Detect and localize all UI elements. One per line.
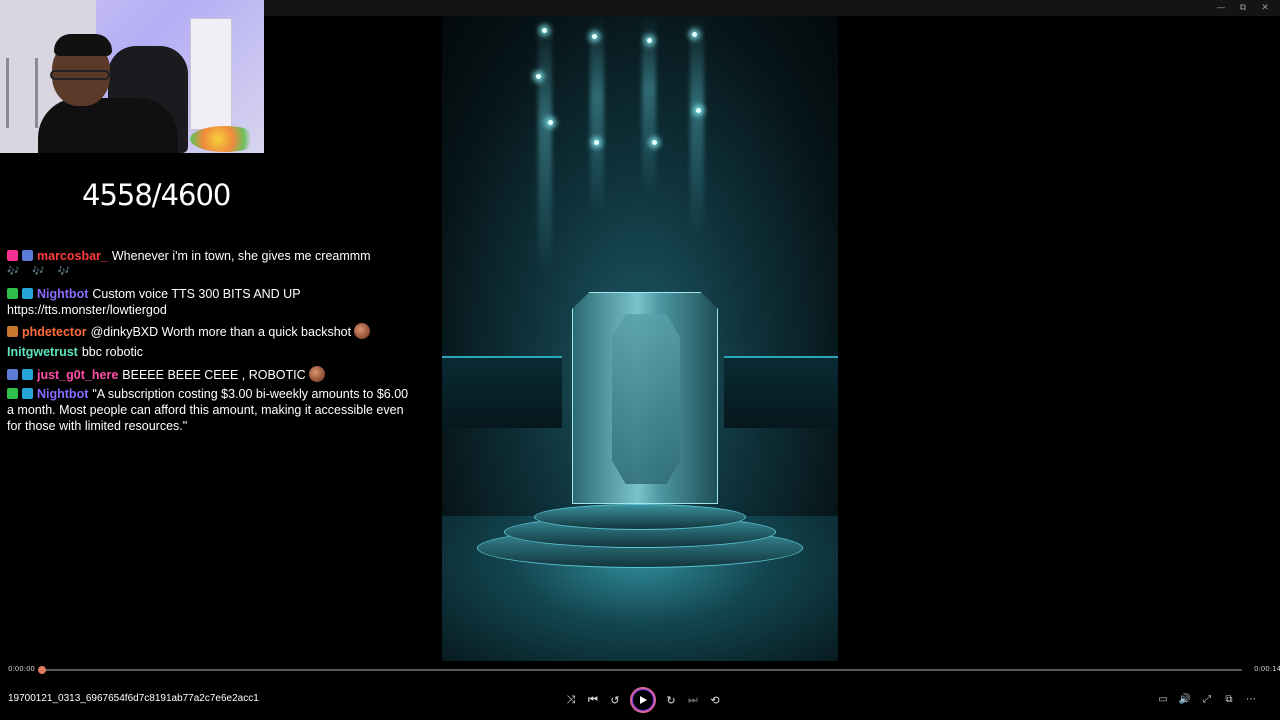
previous-button[interactable]: ⏮ [582,689,604,711]
ceiling-light [548,120,553,125]
seek-thumb[interactable] [38,666,47,674]
view-controls: ▭ 🔊 ⤢ ⧉ ⋯ [1154,690,1260,708]
ceiling-light [652,140,657,145]
seek-bar[interactable] [38,666,1242,674]
streamer-hair [54,34,112,56]
transport-controls: ⤨ ⏮ ↺ ↻ ⏭ ⟲ [560,687,726,713]
chat-username: phdetector [22,325,87,339]
rewind-10-button[interactable]: ↺ [604,689,626,711]
streamer-glasses [50,70,110,80]
chat-badge-icon [22,388,33,399]
chat-badge-icon [22,288,33,299]
chat-badge-icon [7,326,18,337]
video-frame[interactable] [442,16,838,661]
webcam-door [190,18,232,130]
chat-badge-icon [7,369,18,380]
chat-badge-icon [22,250,33,261]
emote-icon [308,366,325,382]
media-controls: 0:00:00 0:00:14 19700121_0313_6967654f6d… [0,661,1280,720]
badges [7,387,37,401]
chat-text: BEEEE BEEE CEEE , ROBOTIC [122,368,306,382]
chat-message: Nightbot Custom voice TTS 300 BITS AND UP… [7,286,411,318]
chat-text: bbc robotic [81,345,143,359]
more-button[interactable]: ⋯ [1242,690,1260,708]
shuffle-button[interactable]: ⤨ [560,689,582,711]
light-beam [590,16,604,216]
chat-message: Initgwetrust bbc robotic [7,344,411,360]
ceiling-light [692,32,697,37]
next-button[interactable]: ⏭ [682,689,704,711]
chat-badge-icon [22,369,33,380]
streamer-body [38,98,178,153]
close-button[interactable]: ✕ [1254,0,1276,16]
app-window: — ⧉ ✕ 4558/4600 marcosbar_ Whenever i'm in … [0,0,1280,720]
chat-username: just_g0t_here [37,368,119,382]
volume-button[interactable]: 🔊 [1176,690,1194,708]
total-time: 0:00:14 [1254,665,1280,673]
chat-username: Nightbot [37,287,89,301]
chat-message: Nightbot "A subscription costing $3.00 bi… [7,386,411,434]
captions-button[interactable]: ▭ [1154,690,1172,708]
badges [7,368,37,382]
pedestal-step [534,504,746,530]
chat-text: @dinkyBXD Worth more than a quick backsh… [90,325,352,339]
chat-message: phdetector @dinkyBXD Worth more than a qu… [7,323,411,340]
ceiling-light [696,108,701,113]
minimize-button[interactable]: — [1210,0,1232,16]
repeat-button[interactable]: ⟲ [704,689,726,711]
play-icon [640,696,647,704]
ceiling-light [594,140,599,145]
left-balcony [442,356,562,428]
window-controls: — ⧉ ✕ [1210,0,1276,16]
play-button[interactable] [630,687,656,713]
webcam-shelf [6,58,38,128]
ceiling-light [592,34,597,39]
sub-goal-counter: 4558/4600 [82,178,231,212]
webcam-feed [0,0,264,153]
chat-extra-line: 🎶 🎶 🎶 [7,266,75,277]
monolith-panel [612,314,680,484]
chat-badge-icon [7,388,18,399]
badges [7,249,37,263]
emote-icon [354,323,371,339]
restore-button[interactable]: ⧉ [1232,0,1254,16]
badges [7,287,37,301]
chat-badge-icon [7,250,18,261]
media-filename: 19700121_0313_6967654f6d7c8191ab77a2c7e6… [8,693,259,704]
chat-username: Initgwetrust [7,345,78,359]
chat-username: Nightbot [37,387,89,401]
ceiling-light [647,38,652,43]
ceiling-light [542,28,547,33]
badges [7,325,22,339]
miniplayer-button[interactable]: ⧉ [1220,690,1238,708]
fullscreen-button[interactable]: ⤢ [1198,690,1216,708]
light-beam [642,16,656,196]
right-balcony [724,356,838,428]
chat-message: just_g0t_here BEEEE BEEE CEEE , ROBOTIC [7,366,411,383]
light-beam [538,16,552,276]
chat-username: marcosbar_ [37,249,108,263]
ceiling-light [536,74,541,79]
colorful-rug [190,126,260,152]
chat-badge-icon [7,288,18,299]
light-beam [690,16,704,236]
current-time: 0:00:00 [8,665,35,673]
chat-message: marcosbar_ Whenever i'm in town, she give… [7,248,411,280]
forward-30-button[interactable]: ↻ [660,689,682,711]
chat-text: Whenever i'm in town, she gives me cream… [111,249,371,263]
